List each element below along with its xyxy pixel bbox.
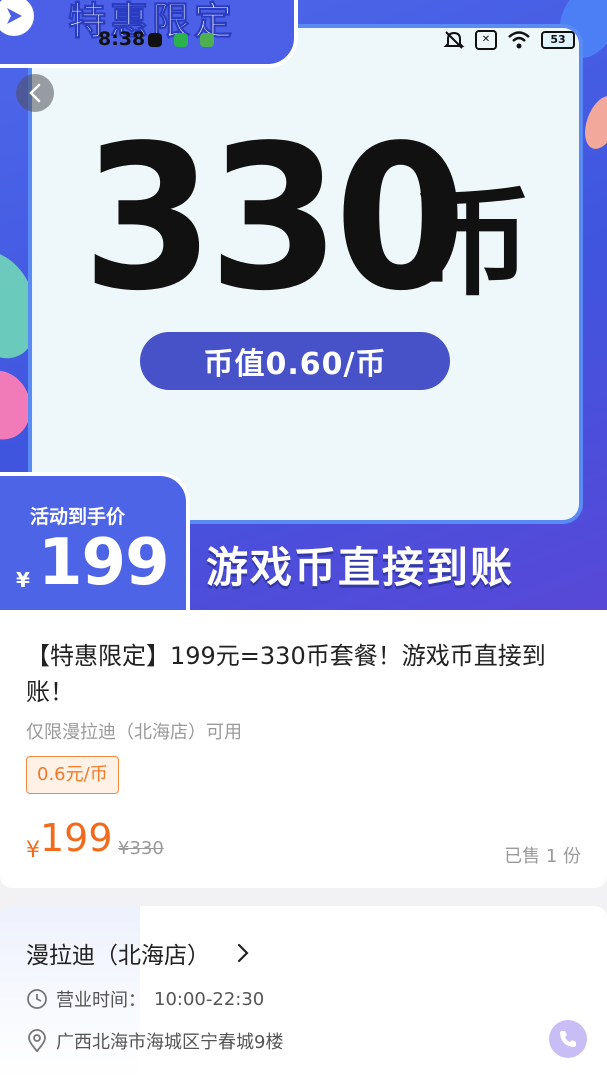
battery-icon: 53 <box>541 31 575 49</box>
wechat-icon <box>174 33 188 47</box>
notification-icon <box>148 33 162 47</box>
store-restriction: 仅限漫拉迪（北海店）可用 <box>26 722 242 743</box>
back-button[interactable] <box>16 74 54 112</box>
hours-row: 营业时间： 10:00-22:30 <box>26 986 264 1012</box>
coin-amount: 330 <box>82 102 467 335</box>
product-title: 【特惠限定】199元=330币套餐！游戏币直接到账！ <box>26 642 546 706</box>
rate-badge: 0.6元/币 <box>26 756 119 794</box>
rate-pill: 币值0.60/币 <box>140 332 450 390</box>
status-time: 8:38 <box>98 28 146 50</box>
clock-icon <box>27 989 47 1009</box>
banner-slogan: 游戏币直接到账 <box>206 543 515 592</box>
address-row[interactable]: 广西北海市海城区宁春城9楼 <box>26 1028 283 1054</box>
status-icons: ✕ 53 <box>443 30 575 50</box>
store-card[interactable]: 漫拉迪（北海店） 营业时间： 10:00-22:30 广西北海市海城区宁春城9楼 <box>0 906 607 1080</box>
price-currency: ¥ <box>26 838 40 863</box>
chevron-right-icon[interactable] <box>236 942 250 964</box>
promo-price: 199 <box>38 526 170 600</box>
sold-count: 已售 1 份 <box>504 846 581 867</box>
location-icon <box>28 1029 46 1053</box>
phone-button[interactable] <box>549 1020 587 1058</box>
product-banner: 特惠限定 330 币 币值0.60/币 活动到手价 ¥ 199 游戏币直接到账 <box>0 0 607 610</box>
product-info-card: 【特惠限定】199元=330币套餐！游戏币直接到账！ 仅限漫拉迪（北海店）可用 … <box>0 610 607 888</box>
mute-icon <box>443 31 465 49</box>
promo-currency: ¥ <box>16 568 30 592</box>
wifi-icon <box>508 31 530 49</box>
current-price: 199 <box>40 816 113 860</box>
store-name[interactable]: 漫拉迪（北海店） <box>26 936 210 970</box>
original-price: ¥330 <box>118 838 164 859</box>
hours-label: 营业时间： <box>56 990 146 1011</box>
promo-price-label: 活动到手价 <box>30 506 126 528</box>
app-notification-icon <box>200 33 214 47</box>
sim-icon: ✕ <box>475 30 497 50</box>
promo-price-box: 活动到手价 ¥ 199 <box>0 472 190 610</box>
coin-unit: 币 <box>414 174 533 312</box>
back-icon <box>29 83 41 103</box>
status-bar: 8:38 ✕ 53 <box>0 28 607 58</box>
hours-value: 10:00-22:30 <box>154 988 265 1010</box>
store-address: 广西北海市海城区宁春城9楼 <box>56 1032 284 1053</box>
phone-icon <box>560 1031 576 1047</box>
